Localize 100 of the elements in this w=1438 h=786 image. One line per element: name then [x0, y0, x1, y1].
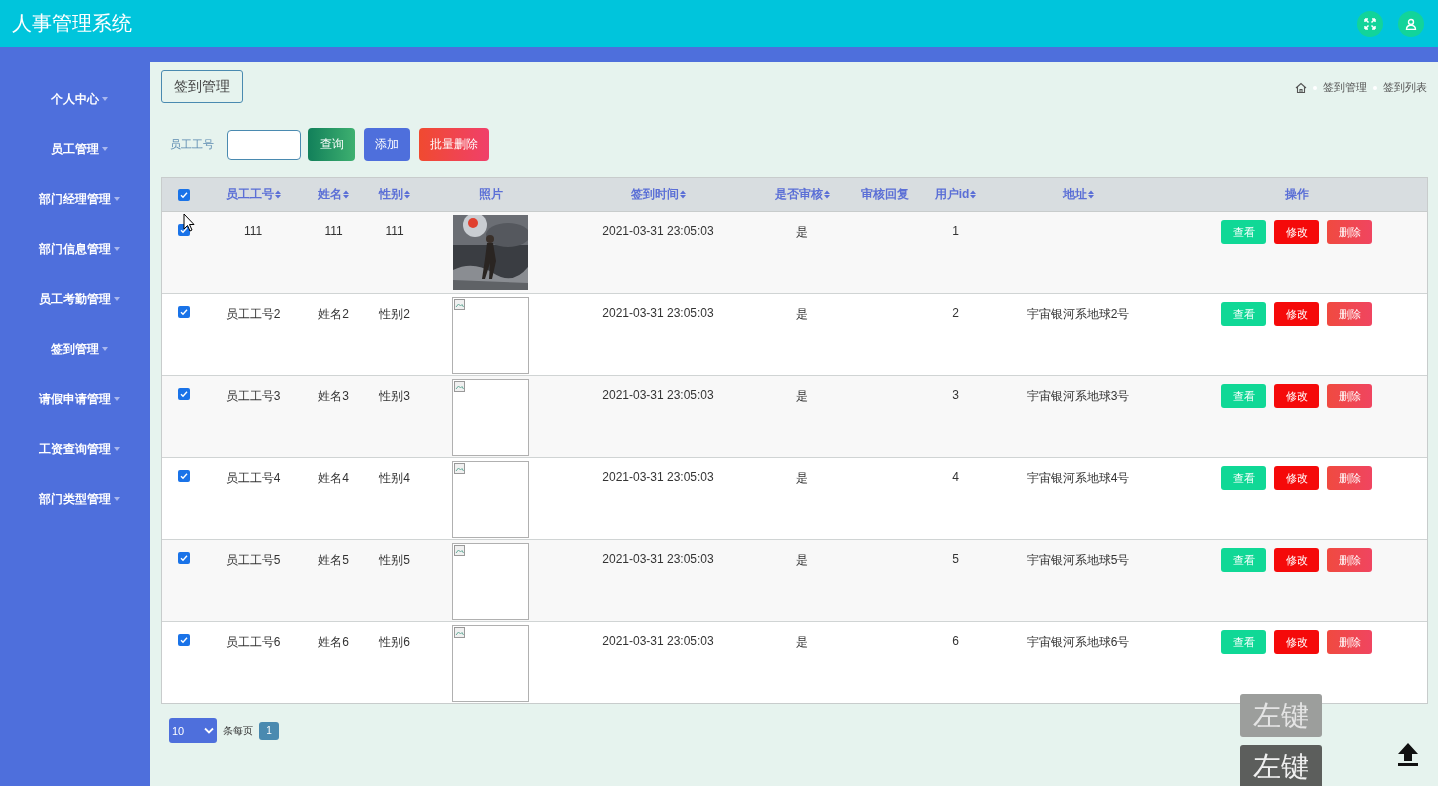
table-cell: 2021-03-31 23:05:03	[602, 306, 714, 320]
sidebar-item[interactable]: 签到管理	[50, 341, 99, 357]
search-label: 员工工号	[170, 137, 214, 152]
sidebar-item[interactable]: 部门类型管理	[38, 491, 111, 507]
user-icon[interactable]	[1398, 10, 1424, 37]
chevron-down-icon	[204, 727, 214, 734]
delete-button[interactable]: 删除	[1327, 302, 1372, 326]
delete-button[interactable]: 删除	[1327, 220, 1372, 244]
table-cell: 员工工号3	[225, 388, 281, 405]
table-cell: 2021-03-31 23:05:03	[602, 552, 714, 566]
sidebar-item[interactable]: 请假申请管理	[38, 391, 111, 407]
delete-button[interactable]: 删除	[1327, 630, 1372, 654]
add-button[interactable]: 添加	[364, 128, 410, 161]
broken-image-icon	[454, 627, 466, 639]
table-cell: 111	[243, 224, 263, 238]
caret-icon	[101, 347, 108, 351]
column-header[interactable]: 是否审核	[774, 186, 823, 203]
table-cell: 是	[796, 306, 808, 323]
query-button[interactable]: 查询	[308, 128, 355, 161]
table-cell: 是	[796, 470, 808, 487]
table-cell: 是	[796, 224, 808, 241]
checkbox[interactable]	[177, 634, 190, 646]
table-cell: 5	[952, 552, 959, 566]
table-cell: 是	[796, 634, 808, 651]
column-header[interactable]: 姓名	[318, 186, 342, 203]
column-header[interactable]: 地址	[1062, 186, 1087, 203]
sidebar-item[interactable]: 工资查询管理	[38, 441, 111, 457]
table-cell: 6	[952, 634, 959, 648]
table-cell: 员工工号4	[225, 470, 281, 487]
edit-button[interactable]: 修改	[1274, 548, 1319, 572]
sort-icon[interactable]	[274, 190, 281, 199]
sort-icon[interactable]	[679, 190, 686, 199]
checkbox[interactable]	[177, 306, 190, 318]
caret-icon	[113, 397, 120, 401]
page-button[interactable]: 1	[259, 721, 279, 740]
checkbox[interactable]	[177, 188, 190, 201]
caret-icon	[113, 197, 120, 201]
edit-button[interactable]: 修改	[1274, 220, 1319, 244]
sidebar-item[interactable]: 部门经理管理	[38, 191, 111, 207]
broken-image-icon	[454, 381, 466, 393]
edit-button[interactable]: 修改	[1274, 466, 1319, 490]
table-cell: 2021-03-31 23:05:03	[602, 470, 714, 484]
key-press-overlay: 左键	[1240, 745, 1322, 786]
caret-icon	[113, 297, 120, 301]
edit-button[interactable]: 修改	[1274, 630, 1319, 654]
checkbox[interactable]	[177, 552, 190, 564]
edit-button[interactable]: 修改	[1274, 384, 1319, 408]
delete-button[interactable]: 批量删除	[419, 128, 489, 161]
column-header[interactable]: 性别	[379, 186, 403, 203]
delete-button[interactable]: 删除	[1327, 384, 1372, 408]
table-cell: 111	[385, 224, 404, 238]
checkbox[interactable]	[177, 388, 190, 400]
sort-icon[interactable]	[343, 190, 349, 199]
edit-button[interactable]: 修改	[1274, 302, 1319, 326]
table-cell: 2021-03-31 23:05:03	[602, 388, 714, 402]
page-size-select[interactable]: 10	[169, 718, 217, 743]
caret-icon	[113, 247, 120, 251]
table-cell: 员工工号6	[225, 634, 281, 651]
fullscreen-icon[interactable]	[1357, 10, 1383, 37]
delete-button[interactable]: 删除	[1327, 466, 1372, 490]
broken-image-icon	[454, 545, 466, 557]
breadcrumb-link[interactable]: 签到列表	[1383, 80, 1427, 95]
column-header: 审核回复	[860, 186, 909, 203]
sort-icon[interactable]	[823, 190, 830, 199]
sidebar-item[interactable]: 部门信息管理	[38, 241, 111, 257]
delete-button[interactable]: 删除	[1327, 548, 1372, 572]
column-header[interactable]: 用户id	[934, 186, 970, 203]
breadcrumb-link[interactable]: 签到管理	[1323, 80, 1367, 95]
sidebar-item[interactable]: 员工管理	[50, 141, 99, 157]
table-cell: 性别4	[379, 470, 410, 487]
table-cell: 性别3	[379, 388, 410, 405]
sidebar-item[interactable]: 员工考勤管理	[38, 291, 111, 307]
table-cell: 2021-03-31 23:05:03	[602, 224, 714, 238]
table-cell: 宇宙银河系地球4号	[1026, 470, 1130, 487]
app-title: 人事管理系统	[12, 11, 132, 36]
table-cell: 姓名4	[318, 470, 349, 487]
table-cell: 2021-03-31 23:05:03	[602, 634, 714, 648]
caret-icon	[113, 497, 120, 501]
column-header[interactable]: 签到时间	[630, 186, 679, 203]
sidebar-item[interactable]: 个人中心	[50, 91, 99, 107]
table-cell: 宇宙银河系地球2号	[1026, 306, 1130, 323]
home-icon[interactable]	[1295, 81, 1307, 94]
table-cell: 111	[324, 224, 343, 238]
sort-icon[interactable]	[1087, 190, 1094, 199]
search-field[interactable]	[227, 129, 301, 160]
scroll-top-icon[interactable]	[1396, 741, 1420, 767]
caret-icon	[101, 147, 108, 151]
page-title: 签到管理	[161, 70, 243, 103]
column-header: 照片	[478, 186, 503, 203]
table-cell: 宇宙银河系地球6号	[1026, 634, 1130, 651]
per-page-label: 条每页	[223, 723, 253, 738]
table-cell: 姓名6	[318, 634, 349, 651]
table-cell: 宇宙银河系地球3号	[1026, 388, 1130, 405]
table-cell: 员工工号2	[225, 306, 281, 323]
sort-icon[interactable]	[970, 190, 977, 199]
table-cell: 3	[952, 388, 959, 402]
checkbox[interactable]	[177, 470, 190, 482]
sort-icon[interactable]	[404, 190, 410, 199]
column-header[interactable]: 员工工号	[225, 186, 274, 203]
table-cell: 姓名3	[318, 388, 349, 405]
